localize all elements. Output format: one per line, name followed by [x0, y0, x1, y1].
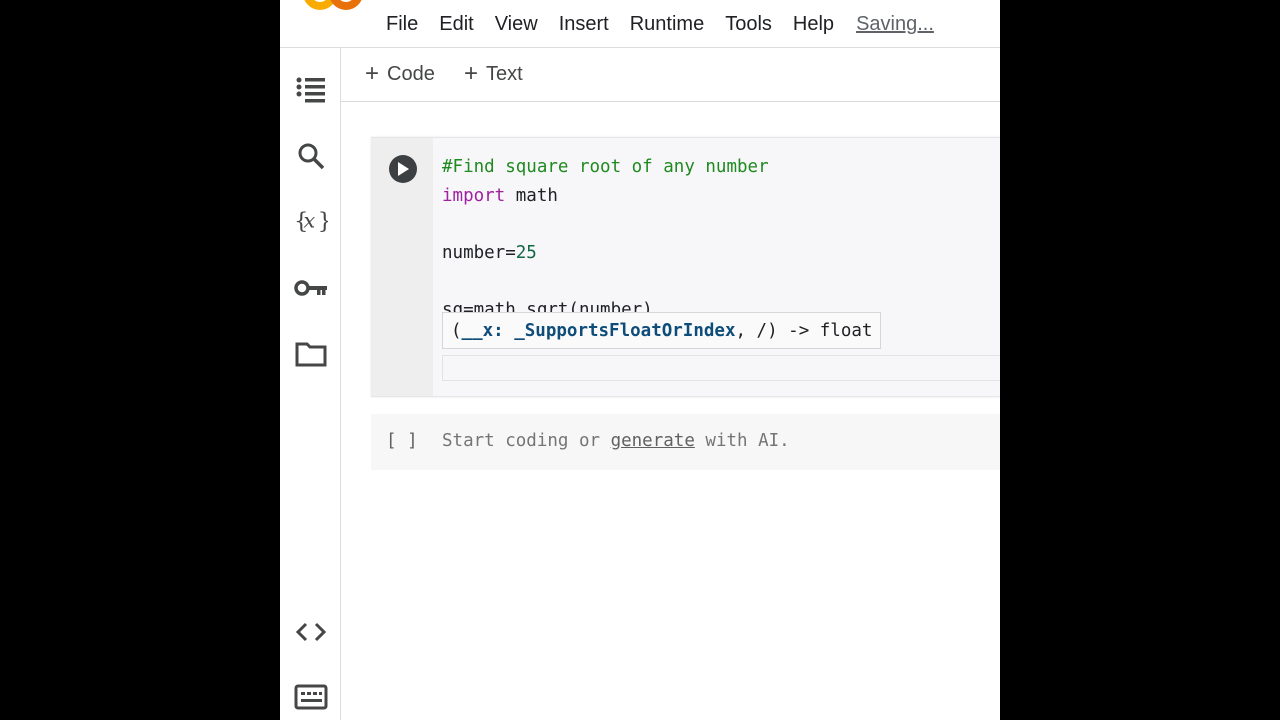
play-icon [398, 162, 409, 176]
menu-view[interactable]: View [495, 12, 538, 36]
plus-icon: + [464, 60, 479, 87]
menu-help[interactable]: Help [793, 12, 834, 36]
generate-link[interactable]: generate [611, 431, 695, 451]
code-line-6[interactable]: sq=math.sqrt(number) [442, 299, 653, 312]
tooltip-open: ( [451, 321, 462, 341]
code-partial-line: sq=math.sqrt(number) [442, 300, 653, 312]
menu-edit[interactable]: Edit [439, 12, 473, 36]
code-line-2[interactable]: import math [442, 185, 558, 207]
tooltip-rest: , /) -> float [735, 321, 873, 341]
colab-logo[interactable] [302, 0, 364, 14]
code-module: math [505, 186, 558, 206]
menu-insert[interactable]: Insert [559, 12, 609, 36]
command-palette-icon[interactable] [294, 680, 328, 714]
code-line-1[interactable]: #Find square root of any number [442, 156, 769, 178]
secrets-key-icon[interactable] [294, 271, 328, 305]
placeholder-text: Start coding or [442, 431, 611, 451]
svg-text:}: } [318, 209, 328, 235]
notebook-toolbar: + Code + Text [341, 48, 1000, 102]
left-sidebar: { x } [280, 48, 341, 720]
main-menu: File Edit View Insert Runtime Tools Help… [386, 12, 955, 36]
code-number: 25 [515, 243, 537, 263]
cell-placeholder[interactable]: Start coding or generate with AI. [442, 431, 790, 451]
svg-text:x: x [303, 209, 315, 233]
code-snippets-icon[interactable] [294, 615, 328, 649]
add-text-cell-button[interactable]: + Text [464, 62, 523, 86]
files-folder-icon[interactable] [294, 337, 328, 371]
code-cell-empty[interactable]: [ ] Start coding or generate with AI. [371, 414, 1000, 470]
placeholder-text-end: with AI. [694, 431, 790, 451]
code-assign: number= [442, 243, 516, 263]
add-code-cell-button[interactable]: + Code [365, 62, 435, 86]
run-cell-button[interactable] [389, 155, 417, 183]
search-icon[interactable] [294, 139, 328, 173]
menu-tools[interactable]: Tools [725, 12, 772, 36]
menu-file[interactable]: File [386, 12, 418, 36]
signature-tooltip: (__x: _SupportsFloatOrIndex, /) -> float [442, 312, 882, 349]
code-comment: #Find square root of any number [442, 157, 769, 177]
colab-window: File Edit View Insert Runtime Tools Help… [280, 0, 1000, 720]
execution-count: [ ] [386, 431, 418, 451]
tooltip-param: __x: _SupportsFloatOrIndex [461, 321, 736, 341]
menu-runtime[interactable]: Runtime [630, 12, 704, 36]
variables-icon[interactable]: { x } [294, 204, 328, 238]
save-status[interactable]: Saving... [856, 12, 934, 36]
plus-icon: + [365, 60, 380, 87]
code-keyword: import [442, 186, 506, 206]
menu-bar: File Edit View Insert Runtime Tools Help… [280, 0, 1000, 48]
code-line-4[interactable]: number=25 [442, 242, 537, 264]
add-code-label: Code [387, 62, 435, 85]
add-text-label: Text [486, 62, 523, 85]
current-line-highlight[interactable] [442, 355, 1000, 381]
table-of-contents-icon[interactable] [294, 73, 328, 107]
